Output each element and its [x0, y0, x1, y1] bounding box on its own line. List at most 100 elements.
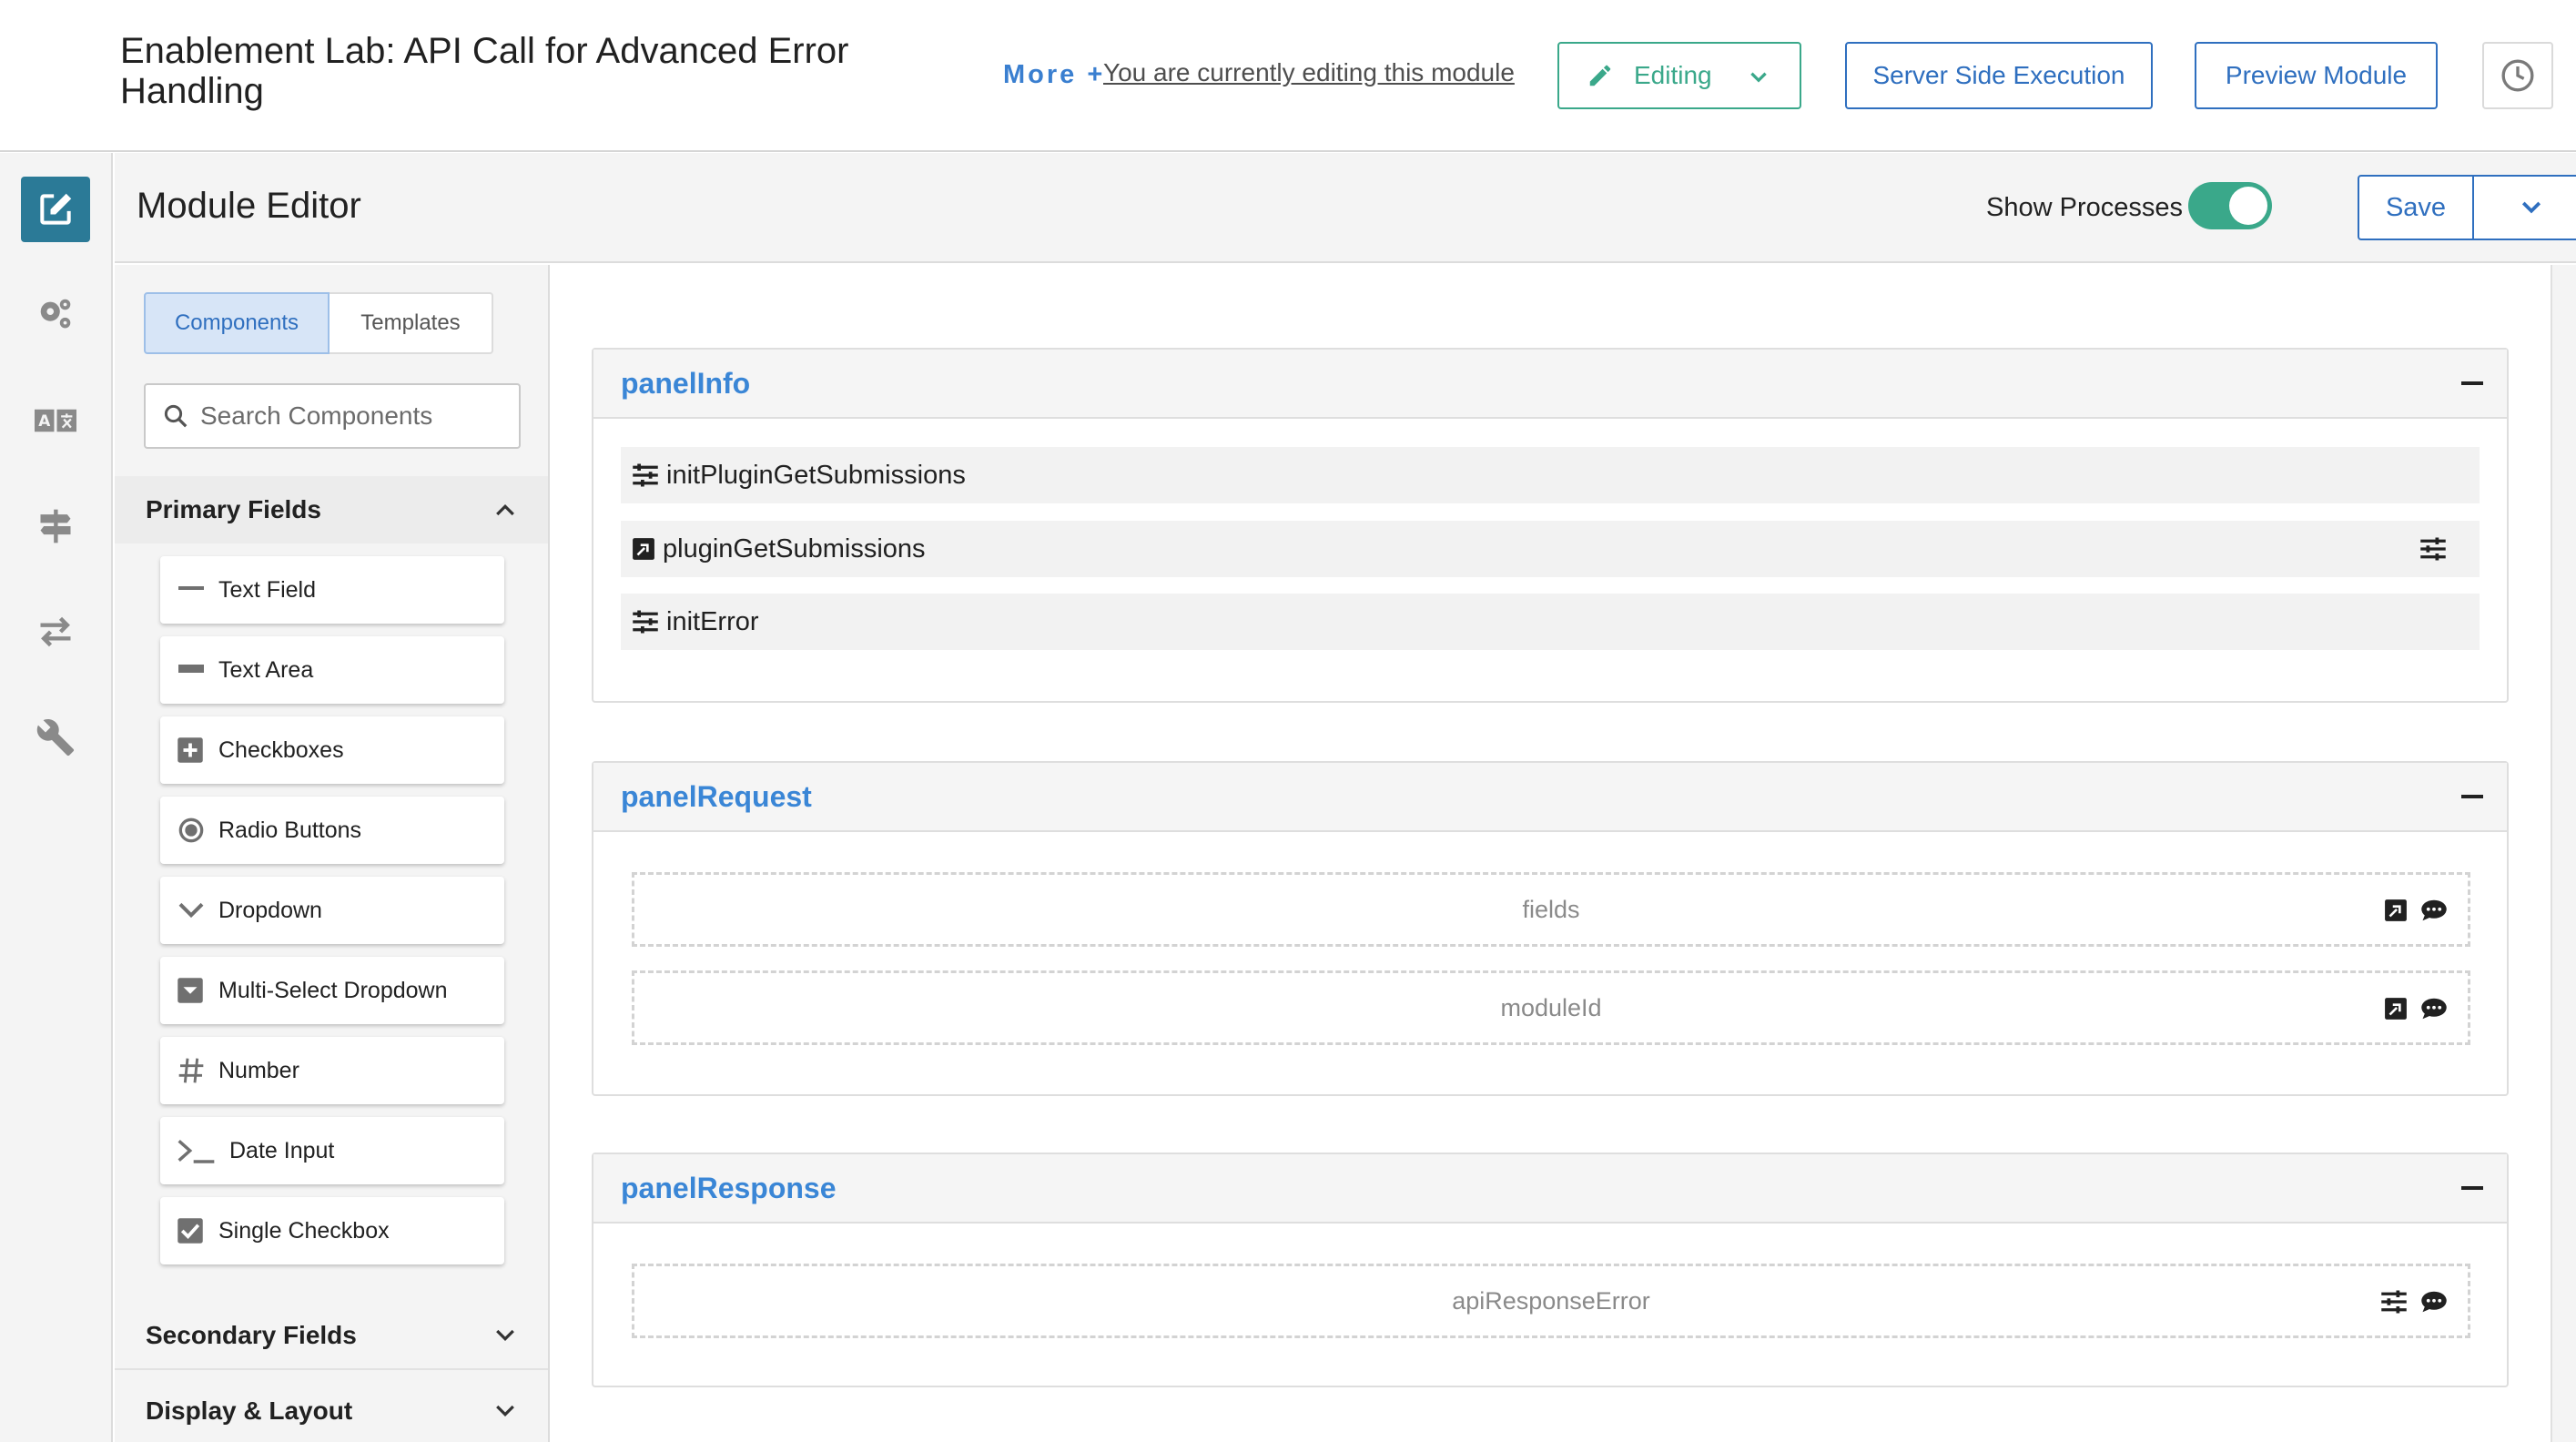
- editing-mode-label: Editing: [1634, 61, 1712, 89]
- process-label: pluginGetSubmissions: [663, 533, 926, 564]
- icon-rail: A: [0, 153, 113, 1442]
- panel-title: panelRequest: [621, 779, 812, 813]
- process-row-init-error[interactable]: initError: [621, 594, 2480, 650]
- show-processes-label: Show Processes: [1986, 193, 2183, 222]
- plugin-icon[interactable]: [2384, 997, 2408, 1021]
- collapse-minus-icon[interactable]: [2461, 795, 2483, 798]
- collapse-minus-icon[interactable]: [2461, 1186, 2483, 1190]
- chevron-down-icon: [2521, 201, 2541, 214]
- server-side-execution-button[interactable]: Server Side Execution: [1845, 42, 2153, 109]
- field-fields[interactable]: fields: [632, 872, 2470, 947]
- component-label: Radio Buttons: [218, 817, 362, 843]
- panel-title: panelInfo: [621, 366, 751, 400]
- sliders-icon: [632, 463, 659, 487]
- chevron-up-icon: [496, 503, 514, 516]
- component-label: Text Field: [218, 576, 316, 603]
- component-number[interactable]: Number: [160, 1037, 504, 1104]
- save-options-dropdown[interactable]: [2474, 177, 2576, 239]
- process-row-init-plugin-get-submissions[interactable]: initPluginGetSubmissions: [621, 447, 2480, 503]
- display-layout-label: Display & Layout: [146, 1396, 353, 1425]
- component-label: Single Checkbox: [218, 1217, 390, 1244]
- component-date-input[interactable]: Date Input: [160, 1117, 504, 1184]
- field-label: fields: [1522, 895, 1580, 923]
- component-dropdown[interactable]: Dropdown: [160, 877, 504, 944]
- field-module-id[interactable]: moduleId: [632, 970, 2470, 1045]
- primary-fields-label: Primary Fields: [146, 495, 321, 523]
- process-label: initError: [666, 606, 759, 636]
- process-row-plugin-get-submissions[interactable]: pluginGetSubmissions: [621, 521, 2480, 577]
- checked-box-icon: [177, 1214, 209, 1247]
- collapse-minus-icon[interactable]: [2461, 381, 2483, 385]
- app-root: Enablement Lab: API Call for Advanced Er…: [0, 0, 2576, 1442]
- module-title: Enablement Lab: API Call for Advanced Er…: [120, 31, 849, 111]
- show-processes-toggle[interactable]: [2188, 182, 2272, 229]
- wrench-icon: [36, 719, 75, 757]
- field-icons: [2384, 899, 2448, 922]
- component-radio-buttons[interactable]: Radio Buttons: [160, 797, 504, 864]
- toggle-knob: [2229, 187, 2267, 225]
- sidebar-tabs: Components Templates: [144, 292, 493, 354]
- clock-icon: [2501, 59, 2534, 92]
- rail-item-settings[interactable]: [21, 282, 90, 348]
- panel-request[interactable]: panelRequest fields moduleId: [592, 761, 2509, 1096]
- component-label: Checkboxes: [218, 736, 344, 763]
- more-link[interactable]: More +: [1003, 60, 1105, 90]
- edit-icon: [40, 193, 72, 225]
- plugin-icon: [632, 537, 655, 561]
- comment-icon[interactable]: [2420, 899, 2448, 922]
- rail-item-navigation[interactable]: [21, 493, 90, 559]
- tab-templates[interactable]: Templates: [330, 292, 493, 354]
- svg-text:A: A: [38, 411, 50, 430]
- field-api-response-error[interactable]: apiResponseError: [632, 1264, 2470, 1338]
- panel-header: panelInfo: [593, 350, 2507, 419]
- component-label: Date Input: [229, 1137, 335, 1163]
- rail-item-tools[interactable]: [21, 705, 90, 770]
- canvas-scrollbar[interactable]: [2551, 265, 2576, 1442]
- tab-components[interactable]: Components: [144, 292, 330, 354]
- display-layout-header[interactable]: Display & Layout: [115, 1377, 548, 1442]
- search-components-input[interactable]: [200, 401, 510, 431]
- rail-item-integrations[interactable]: [21, 599, 90, 665]
- top-header: Enablement Lab: API Call for Advanced Er…: [0, 0, 2576, 152]
- component-label: Text Area: [218, 656, 314, 683]
- chevron-down-icon: [496, 1329, 514, 1342]
- rail-item-module-editor[interactable]: [21, 177, 90, 242]
- component-text-field[interactable]: Text Field: [160, 556, 504, 624]
- plugin-icon[interactable]: [2384, 899, 2408, 922]
- pencil-icon: [1589, 65, 1611, 86]
- signpost-icon: [40, 509, 71, 543]
- editing-note-link[interactable]: You are currently editing this module: [1103, 58, 1515, 87]
- comment-icon[interactable]: [2420, 1290, 2448, 1314]
- secondary-fields-label: Secondary Fields: [146, 1321, 357, 1349]
- comment-icon[interactable]: [2420, 997, 2448, 1021]
- panel-title: panelResponse: [621, 1171, 837, 1204]
- multi-select-icon: [177, 974, 209, 1007]
- search-icon: [164, 404, 188, 428]
- editor-header: Module Editor Show Processes Save: [115, 153, 2576, 263]
- panel-response[interactable]: panelResponse apiResponseError: [592, 1153, 2509, 1387]
- transfer-arrows-icon: [40, 616, 71, 647]
- panel-info[interactable]: panelInfo initPluginGetSubmissions plugi…: [592, 348, 2509, 703]
- panel-header: panelResponse: [593, 1154, 2507, 1224]
- editor-title: Module Editor: [137, 186, 361, 226]
- editing-mode-button[interactable]: Editing: [1557, 42, 1801, 109]
- preview-module-button[interactable]: Preview Module: [2195, 42, 2438, 109]
- secondary-fields-header[interactable]: Secondary Fields: [115, 1303, 548, 1370]
- sliders-icon[interactable]: [2380, 1290, 2408, 1314]
- chevron-down-icon: [1750, 72, 1767, 83]
- primary-fields-header[interactable]: Primary Fields: [115, 476, 548, 543]
- sliders-icon[interactable]: [2419, 537, 2447, 568]
- component-checkboxes[interactable]: Checkboxes: [160, 716, 504, 784]
- component-single-checkbox[interactable]: Single Checkbox: [160, 1197, 504, 1264]
- component-label: Number: [218, 1057, 299, 1083]
- module-canvas: panelInfo initPluginGetSubmissions plugi…: [552, 265, 2551, 1442]
- save-button[interactable]: Save: [2359, 177, 2474, 239]
- component-text-area[interactable]: Text Area: [160, 636, 504, 704]
- rail-item-translations[interactable]: A: [21, 388, 90, 453]
- component-multi-select-dropdown[interactable]: Multi-Select Dropdown: [160, 957, 504, 1024]
- history-button[interactable]: [2482, 42, 2553, 109]
- hash-icon: [177, 1054, 209, 1087]
- search-components-box: [144, 383, 521, 449]
- save-button-group: Save: [2358, 175, 2576, 240]
- text-field-icon: [177, 574, 209, 606]
